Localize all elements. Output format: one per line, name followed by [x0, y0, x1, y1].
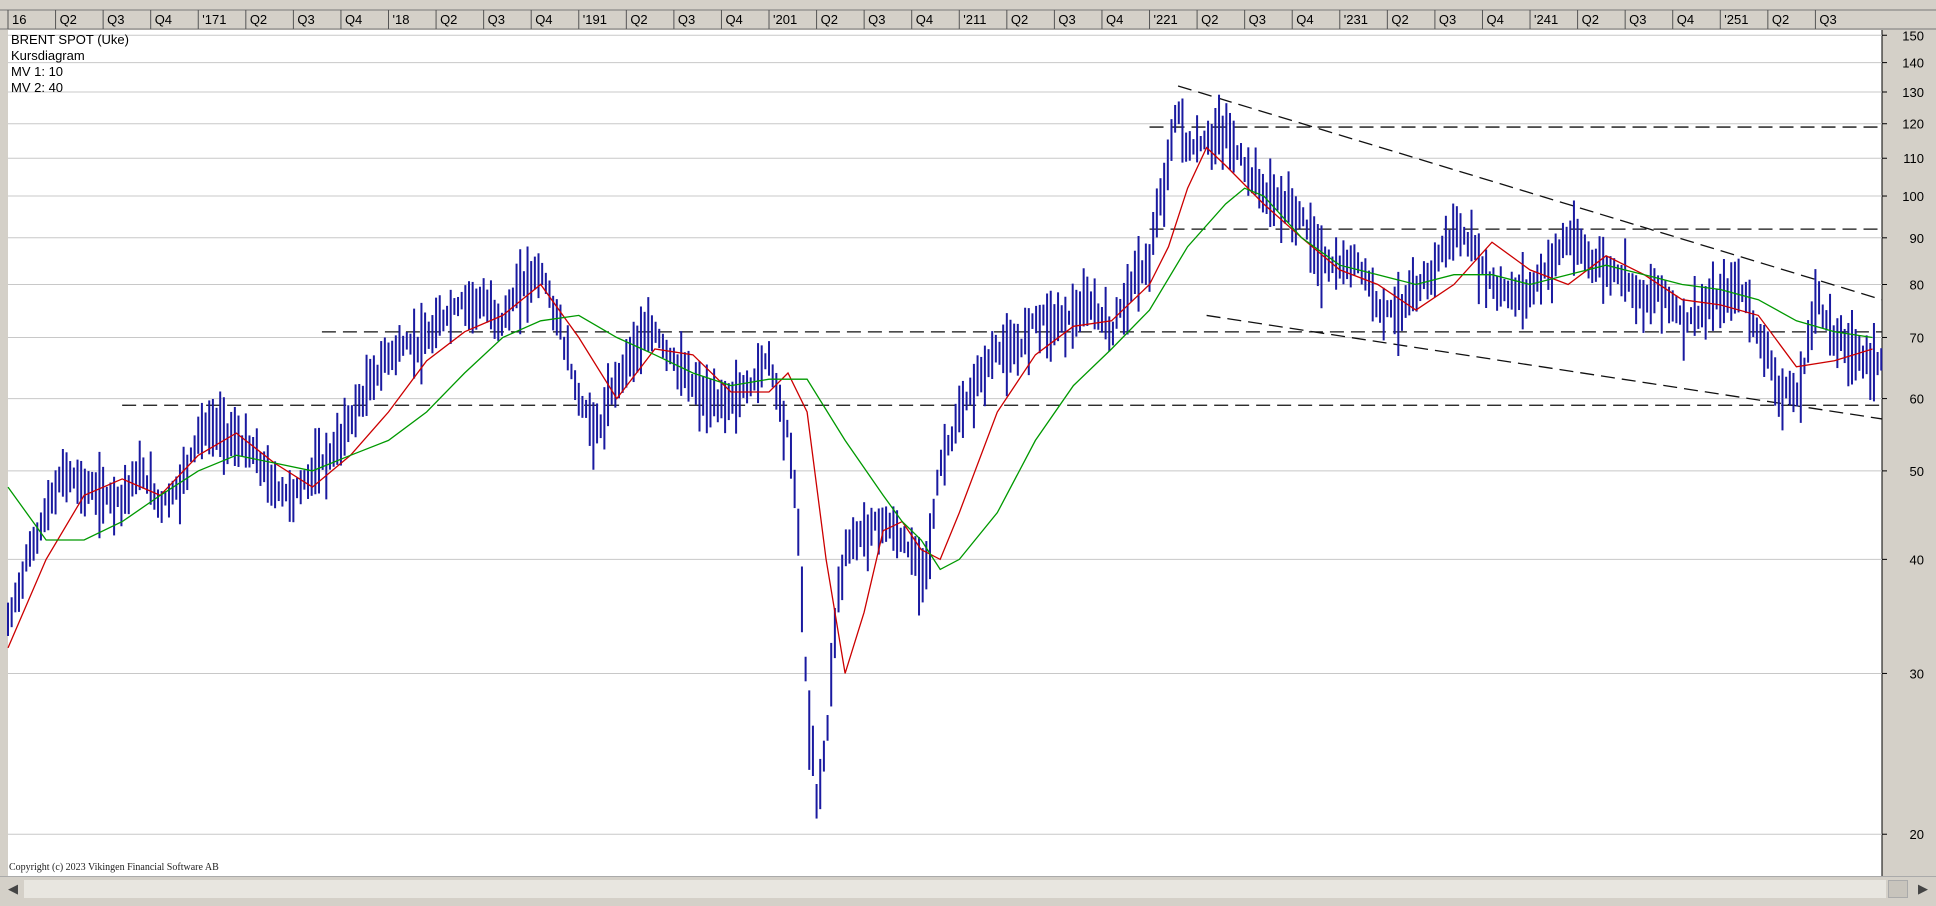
scroll-track[interactable]: [24, 880, 1886, 898]
x-tick-label: Q3: [1819, 12, 1836, 27]
y-tick-label: 90: [1910, 231, 1924, 246]
x-tick-label: '191: [583, 12, 607, 27]
x-tick-label: Q4: [1677, 12, 1694, 27]
x-tick-label: Q3: [107, 12, 124, 27]
x-tick-label: '241: [1534, 12, 1558, 27]
x-tick-label: Q4: [345, 12, 362, 27]
x-tick-label: Q2: [60, 12, 77, 27]
x-tick-label: Q3: [297, 12, 314, 27]
x-tick-label: Q2: [630, 12, 647, 27]
x-tick-label: Q2: [1391, 12, 1408, 27]
x-tick-label: Q2: [1011, 12, 1028, 27]
y-tick-label: 120: [1902, 117, 1924, 132]
x-tick-label: '221: [1154, 12, 1178, 27]
x-tick-label: 16: [12, 12, 26, 27]
x-tick-label: Q2: [1582, 12, 1599, 27]
y-tick-label: 50: [1910, 464, 1924, 479]
y-tick-label: 70: [1910, 330, 1924, 345]
x-tick-label: Q2: [1201, 12, 1218, 27]
x-tick-label: Q3: [1439, 12, 1456, 27]
y-tick-label: 30: [1910, 666, 1924, 681]
y-tick-label: 110: [1903, 151, 1924, 166]
x-tick-label: Q4: [1296, 12, 1313, 27]
x-tick-label: Q3: [1058, 12, 1075, 27]
y-tick-label: 40: [1910, 552, 1924, 567]
y-tick-label: 150: [1902, 30, 1924, 43]
x-tick-label: '201: [773, 12, 797, 27]
chart-title: BRENT SPOT (Uke): [11, 32, 129, 47]
time-axis-labels: 16 Q2 Q3 Q4 '171 Q2 Q3 Q4 '18 Q2 Q3 Q4 '191 Q2 Q3 Q4 '20…: [0, 0, 1936, 30]
x-tick-label: '231: [1344, 12, 1368, 27]
y-tick-label: 80: [1910, 278, 1924, 293]
x-tick-label: Q4: [535, 12, 552, 27]
x-tick-label: Q3: [488, 12, 505, 27]
y-tick-label: 20: [1910, 827, 1924, 842]
arrow-left-icon[interactable]: ◀: [2, 879, 24, 899]
arrow-right-icon[interactable]: ▶: [1912, 879, 1934, 899]
x-tick-label: '251: [1724, 12, 1748, 27]
x-tick-label: Q3: [1249, 12, 1266, 27]
copyright-text: Copyright (c) 2023 Vikingen Financial So…: [9, 862, 219, 873]
legend-mv2: MV 2: 40: [11, 80, 64, 95]
x-tick-label: Q4: [916, 12, 933, 27]
scroll-thumb[interactable]: [1888, 880, 1908, 898]
y-tick-label: 100: [1902, 189, 1924, 204]
x-tick-label: Q3: [868, 12, 885, 27]
chart-subtitle: Kursdiagram: [11, 48, 85, 63]
x-tick-label: Q2: [1772, 12, 1789, 27]
x-tick-label: Q4: [1486, 12, 1503, 27]
y-tick-label: 60: [1910, 392, 1924, 407]
x-tick-label: Q3: [1629, 12, 1646, 27]
x-tick-label: Q3: [678, 12, 695, 27]
x-tick-label: '211: [963, 12, 986, 27]
chart-legend: BRENT SPOT (Uke) Kursdiagram MV 1: 10 MV…: [11, 32, 129, 96]
x-tick-label: '171: [202, 12, 226, 27]
horizontal-scrollbar[interactable]: ◀ ▶: [0, 876, 1936, 901]
chart-svg: 20 30 40 50 60 70 80 90 100 110 120 130 140 150: [7, 28, 1936, 876]
y-tick-label: 130: [1902, 85, 1924, 100]
x-tick-label: Q2: [821, 12, 838, 27]
time-axis: 16 Q2 Q3 Q4 '171 Q2 Q3 Q4 '18 Q2 Q3 Q4 '191 Q2 Q3 Q4 '20…: [0, 0, 1936, 30]
x-tick-label: Q4: [725, 12, 742, 27]
x-tick-label: Q2: [250, 12, 267, 27]
x-tick-label: Q2: [440, 12, 457, 27]
x-tick-label: Q4: [1106, 12, 1123, 27]
x-tick-label: Q4: [155, 12, 172, 27]
x-tick-label: '18: [393, 12, 410, 27]
y-tick-label: 140: [1902, 56, 1924, 71]
chart-area: 20 30 40 50 60 70 80 90 100 110 120 130 140 150: [0, 28, 1936, 876]
legend-mv1: MV 1: 10: [11, 64, 64, 79]
